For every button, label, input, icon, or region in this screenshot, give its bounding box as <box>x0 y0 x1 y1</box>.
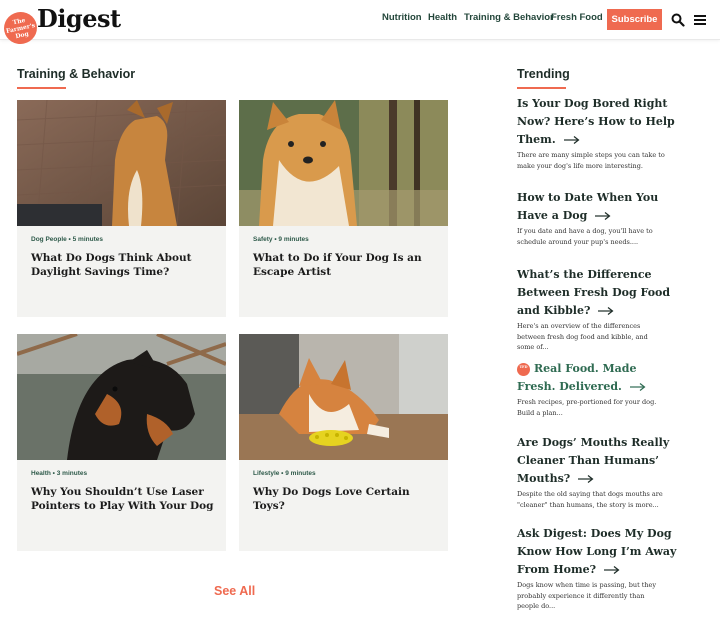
article-card[interactable]: Health • 3 minutes Why You Shouldn’t Use… <box>17 334 226 551</box>
section-title: Training & Behavior <box>17 67 136 81</box>
farmers-dog-logo[interactable]: The Farmer's Dog <box>1 8 40 48</box>
trending-item-title-text[interactable]: Real Food. Made Fresh. Delivered. <box>517 362 637 393</box>
card-title[interactable]: What Do Dogs Think About Daylight Saving… <box>31 252 216 279</box>
trending-title: Trending <box>517 67 570 81</box>
trending-item-desc: Here's an overview of the differences be… <box>517 322 648 351</box>
subscribe-button[interactable]: Subscribe <box>607 9 662 30</box>
card-title[interactable]: Why You Shouldn’t Use Laser Pointers to … <box>31 486 216 513</box>
nav-training-behavior[interactable]: Training & Behavior <box>464 12 554 23</box>
trending-title-underline <box>517 87 566 89</box>
search-icon[interactable] <box>671 13 685 27</box>
trending-item[interactable]: Is Your Dog Bored Right Now? Here’s How … <box>517 95 677 171</box>
arrow-right-icon <box>595 212 611 220</box>
farmers-dog-badge-icon: TFD <box>517 362 530 376</box>
trending-item-title-text[interactable]: How to Date When You Have a Dog <box>517 191 658 222</box>
trending-item-title[interactable]: Ask Digest: Does My Dog Know How Long I’… <box>517 525 677 579</box>
card-meta: Health • 3 minutes <box>31 470 88 477</box>
trending-item-desc: Dogs know when time is passing, but they… <box>517 581 657 610</box>
small-dog-sunlight-photo[interactable] <box>17 100 226 226</box>
card-title[interactable]: What to Do if Your Dog Is an Escape Arti… <box>253 252 438 279</box>
trending-item-title[interactable]: What’s the Difference Between Fresh Dog … <box>517 266 677 320</box>
card-title[interactable]: Why Do Dogs Love Certain Toys? <box>253 486 438 513</box>
nav-nutrition[interactable]: Nutrition <box>382 12 422 23</box>
trending-item[interactable]: What’s the Difference Between Fresh Dog … <box>517 266 677 353</box>
trending-item-title-text[interactable]: Ask Digest: Does My Dog Know How Long I’… <box>517 527 676 576</box>
corgi-toy-photo[interactable] <box>239 334 448 460</box>
trending-item-title[interactable]: Are Dogs’ Mouths Really Cleaner Than Hum… <box>517 434 677 488</box>
site-header: The Farmer's Dog Digest Nutrition Health… <box>0 0 720 48</box>
trending-item-desc: There are many simple steps you can take… <box>517 151 665 170</box>
trending-item-title-text[interactable]: What’s the Difference Between Fresh Dog … <box>517 268 670 317</box>
section-title-underline <box>17 87 66 89</box>
trending-item-title[interactable]: Is Your Dog Bored Right Now? Here’s How … <box>517 95 677 149</box>
nav-health[interactable]: Health <box>428 12 457 23</box>
trending-item[interactable]: Are Dogs’ Mouths Really Cleaner Than Hum… <box>517 434 677 510</box>
trending-item[interactable]: How to Date When You Have a Dog If you d… <box>517 189 677 247</box>
arrow-right-icon <box>598 307 614 315</box>
trending-item[interactable]: Ask Digest: Does My Dog Know How Long I’… <box>517 525 677 612</box>
article-card[interactable]: Dog People • 5 minutes What Do Dogs Thin… <box>17 100 226 317</box>
see-all-link[interactable]: See All <box>214 584 255 598</box>
rottweiler-photo[interactable] <box>17 334 226 460</box>
article-card[interactable]: Safety • 9 minutes What to Do if Your Do… <box>239 100 448 317</box>
trending-item-title[interactable]: How to Date When You Have a Dog <box>517 189 677 225</box>
trending-item-title-text[interactable]: Is Your Dog Bored Right Now? Here’s How … <box>517 97 675 146</box>
card-meta: Dog People • 5 minutes <box>31 236 103 243</box>
trending-item-desc: Despite the old saying that dogs mouths … <box>517 490 663 509</box>
menu-icon[interactable] <box>694 13 706 25</box>
trending-item-desc: Fresh recipes, pre-portioned for your do… <box>517 398 657 417</box>
nav-fresh-food[interactable]: Fresh Food <box>551 12 603 23</box>
arrow-right-icon <box>578 475 594 483</box>
trending-promo[interactable]: TFD Real Food. Made Fresh. Delivered. Fre… <box>517 360 677 418</box>
trending-item-desc: If you date and have a dog, you'll have … <box>517 227 653 246</box>
trending-item-title[interactable]: TFD Real Food. Made Fresh. Delivered. <box>517 360 677 396</box>
shiba-inu-photo[interactable] <box>239 100 448 226</box>
arrow-right-icon <box>603 566 620 574</box>
digest-brand[interactable]: Digest <box>37 4 121 33</box>
arrow-right-icon <box>563 136 579 144</box>
article-card[interactable]: Lifestyle • 9 minutes Why Do Dogs Love C… <box>239 334 448 551</box>
arrow-right-icon <box>629 383 646 391</box>
card-meta: Lifestyle • 9 minutes <box>253 470 316 477</box>
card-meta: Safety • 9 minutes <box>253 236 309 243</box>
